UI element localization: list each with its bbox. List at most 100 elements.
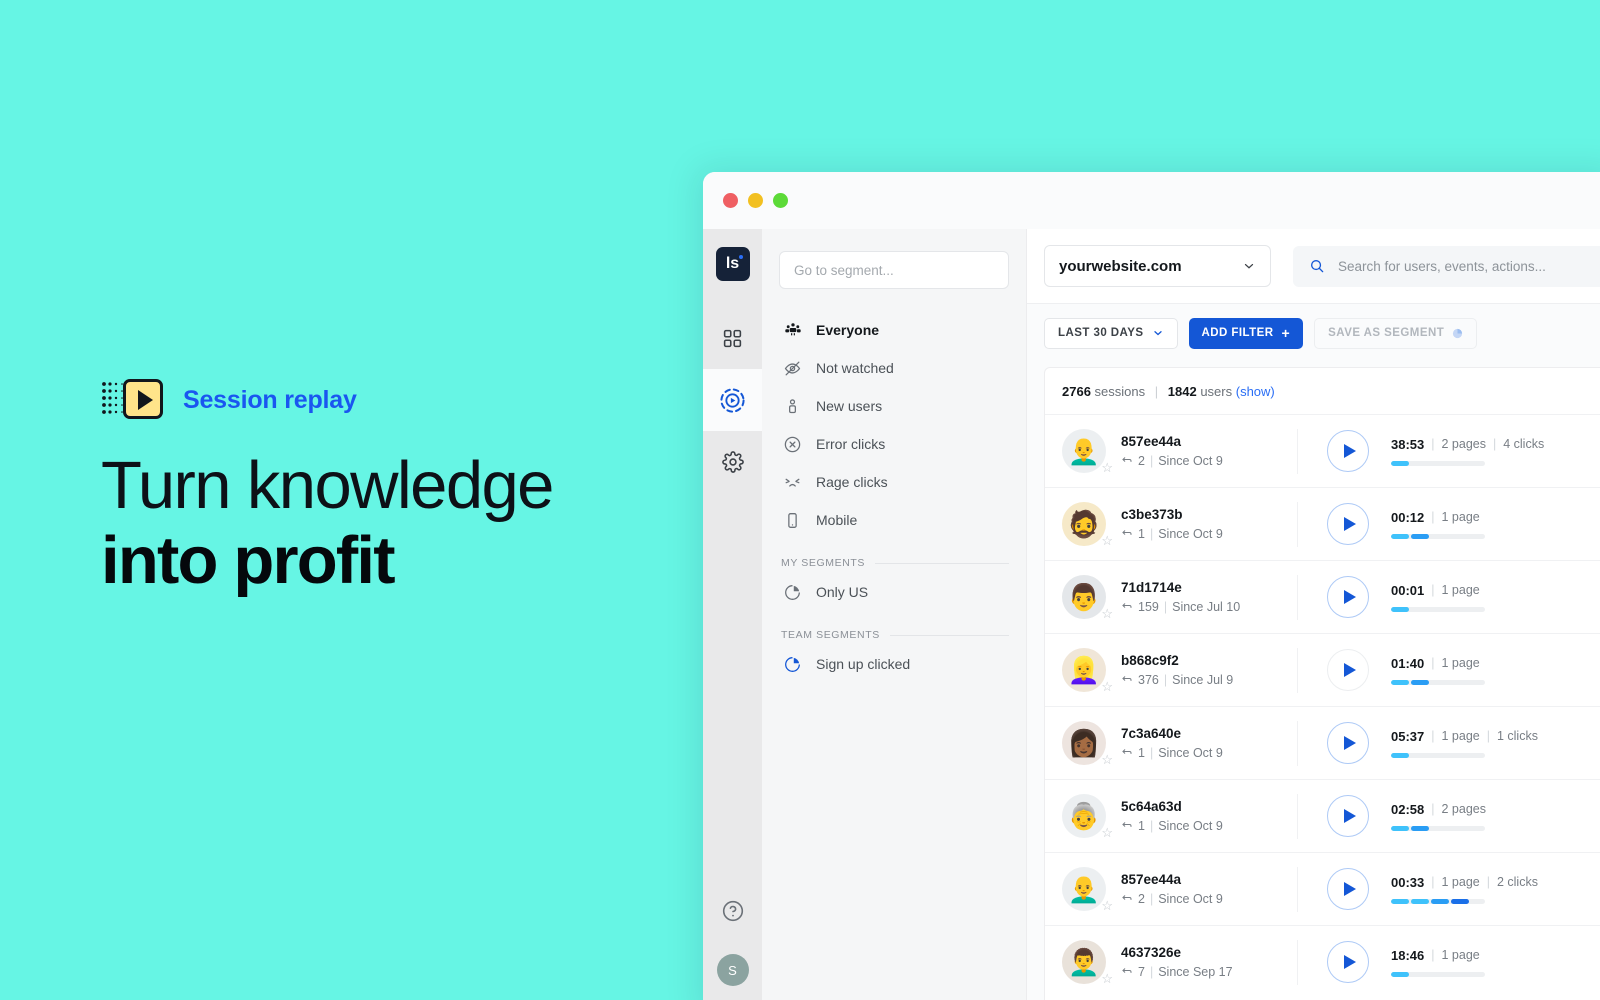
segment-item-mobile[interactable]: Mobile — [779, 501, 1009, 539]
grid-icon — [723, 329, 742, 347]
global-search[interactable]: Search for users, events, actions... — [1293, 245, 1600, 287]
session-pages: 1 page — [1441, 729, 1480, 743]
segment-item-label: Mobile — [816, 512, 858, 528]
save-as-segment-button[interactable]: SAVE AS SEGMENT — [1314, 317, 1478, 349]
segment-item-sign-up-clicked[interactable]: Sign up clicked — [779, 645, 1009, 683]
meta-divider: | — [1149, 892, 1154, 906]
app-logo[interactable]: ls — [715, 247, 750, 281]
play-session-button[interactable] — [1327, 649, 1369, 691]
chevron-down-icon — [1244, 263, 1254, 269]
sessions-list: 2766 sessions | 1842 users (show) 👨‍🦲 ☆ … — [1044, 367, 1600, 1000]
session-since: Since Oct 9 — [1158, 527, 1223, 541]
product-eyebrow: Session replay — [101, 376, 357, 424]
account-avatar[interactable]: S — [716, 954, 749, 986]
session-visit-count: 7 — [1138, 965, 1145, 979]
favorite-star-icon[interactable]: ☆ — [1101, 898, 1113, 914]
app-window: ls S Go to segment... Everyone Not watch… — [703, 172, 1600, 1000]
my-segments-header: MY SEGMENTS — [779, 557, 1009, 569]
play-session-button[interactable] — [1327, 722, 1369, 764]
stat-divider: | — [1431, 729, 1435, 743]
session-clicks: 1 clicks — [1496, 729, 1538, 743]
rail-item-session-replay[interactable] — [703, 369, 762, 431]
session-stats: 00:33 | 1 page | 2 clicks — [1391, 875, 1538, 904]
segments-sidebar: Everyone Not watched — [762, 229, 1027, 1000]
session-stats: 00:01 | 1 page — [1391, 583, 1485, 612]
segment-item-rage-clicks[interactable]: Rage clicks — [779, 463, 1009, 501]
segment-item-only-us[interactable]: Only US — [779, 573, 1009, 611]
person-new-icon — [783, 397, 802, 416]
favorite-star-icon[interactable]: ☆ — [1101, 460, 1113, 476]
progress-segment — [1391, 533, 1409, 539]
close-window-button[interactable] — [723, 193, 738, 208]
segment-item-not-watched[interactable]: Not watched — [779, 349, 1009, 387]
progress-segment — [1411, 679, 1429, 685]
sessions-count: 2766 — [1062, 384, 1091, 399]
session-stats: 05:37 | 1 page | 1 clicks — [1391, 729, 1538, 758]
maximize-window-button[interactable] — [773, 193, 788, 208]
session-row[interactable]: 👨‍🦲 ☆ 857ee44a 2 | Since Oct 9 00:33 | 1… — [1045, 852, 1600, 925]
team-segments-header: TEAM SEGMENTS — [779, 629, 1009, 641]
session-row[interactable]: 👨‍🦲 ☆ 857ee44a 2 | Since Oct 9 38:53 | 2… — [1045, 414, 1600, 487]
session-progress-bar — [1391, 752, 1485, 758]
segment-item-new-users[interactable]: New users — [779, 387, 1009, 425]
session-row[interactable]: 👨‍🦱 ☆ 4637326e 7 | Since Sep 17 18:46 | … — [1045, 925, 1600, 998]
favorite-star-icon[interactable]: ☆ — [1101, 971, 1113, 987]
session-row[interactable]: 🧔 ☆ c3be373b 1 | Since Oct 9 00:12 | 1 p… — [1045, 487, 1600, 560]
session-visit-count: 376 — [1138, 673, 1159, 687]
date-range-button[interactable]: LAST 30 DAYS — [1044, 317, 1178, 349]
rail-item-dashboard[interactable] — [703, 307, 762, 369]
session-visit-count: 2 — [1138, 454, 1145, 468]
play-session-button[interactable] — [1327, 576, 1369, 618]
avatar-face-icon: 👱‍♀️ — [1062, 648, 1106, 692]
favorite-star-icon[interactable]: ☆ — [1101, 606, 1113, 622]
session-row[interactable]: 👨 ☆ 71d1714e 159 | Since Jul 10 00:01 | … — [1045, 560, 1600, 633]
session-row[interactable]: 👱‍♀️ ☆ b868c9f2 376 | Since Jul 9 01:40 … — [1045, 633, 1600, 706]
session-visit-count: 2 — [1138, 892, 1145, 906]
session-identity: 5c64a63d 1 | Since Oct 9 — [1121, 799, 1297, 833]
avatar: 👱‍♀️ ☆ — [1062, 648, 1113, 694]
progress-segment — [1431, 898, 1449, 904]
favorite-star-icon[interactable]: ☆ — [1101, 679, 1113, 695]
favorite-star-icon[interactable]: ☆ — [1101, 825, 1113, 841]
play-badge-icon — [123, 379, 163, 419]
repeat-visits-icon — [1122, 530, 1132, 535]
play-session-button[interactable] — [1327, 941, 1369, 983]
headline-line-1: Turn knowledge — [101, 448, 554, 523]
progress-segment — [1391, 606, 1409, 612]
avatar-face-icon: 👨‍🦱 — [1062, 940, 1106, 984]
favorite-star-icon[interactable]: ☆ — [1101, 752, 1113, 768]
divider — [875, 562, 1009, 564]
segment-item-error-clicks[interactable]: Error clicks — [779, 425, 1009, 463]
session-progress-bar — [1391, 533, 1485, 539]
session-since: Since Jul 10 — [1172, 600, 1241, 614]
show-users-link[interactable]: (show) — [1236, 384, 1275, 399]
progress-segment — [1411, 825, 1429, 831]
session-row[interactable]: 👵 ☆ 5c64a63d 1 | Since Oct 9 02:58 | 2 p… — [1045, 779, 1600, 852]
favorite-star-icon[interactable]: ☆ — [1101, 533, 1113, 549]
session-visit-count: 1 — [1138, 819, 1145, 833]
avatar-face-icon: 👨 — [1062, 575, 1106, 619]
error-circle-icon — [783, 435, 802, 454]
progress-segment — [1391, 752, 1409, 758]
play-session-button[interactable] — [1327, 795, 1369, 837]
rail-item-help[interactable] — [721, 899, 745, 928]
session-replay-logo-icon — [101, 376, 165, 424]
search-icon — [1311, 260, 1324, 273]
session-row[interactable]: 👩🏾 ☆ 7c3a640e 1 | Since Oct 9 05:37 | 1 … — [1045, 706, 1600, 779]
site-selector[interactable]: yourwebsite.com — [1044, 245, 1271, 287]
stat-divider: | — [1431, 583, 1435, 597]
account-avatar-initial: S — [728, 962, 737, 978]
segment-search-input[interactable] — [779, 251, 1009, 289]
segment-item-everyone[interactable]: Everyone — [779, 311, 1009, 349]
play-session-button[interactable] — [1327, 868, 1369, 910]
segment-item-label: New users — [816, 398, 883, 414]
rail-item-settings[interactable] — [703, 431, 762, 493]
play-session-button[interactable] — [1327, 430, 1369, 472]
top-toolbar: yourwebsite.com Search for users, events… — [1027, 229, 1600, 304]
avatar: 👩🏾 ☆ — [1062, 721, 1113, 767]
minimize-window-button[interactable] — [748, 193, 763, 208]
meta-divider: | — [1163, 673, 1168, 687]
add-filter-button[interactable]: ADD FILTER + — [1188, 317, 1304, 349]
session-user-id: 857ee44a — [1121, 434, 1182, 449]
play-session-button[interactable] — [1327, 503, 1369, 545]
